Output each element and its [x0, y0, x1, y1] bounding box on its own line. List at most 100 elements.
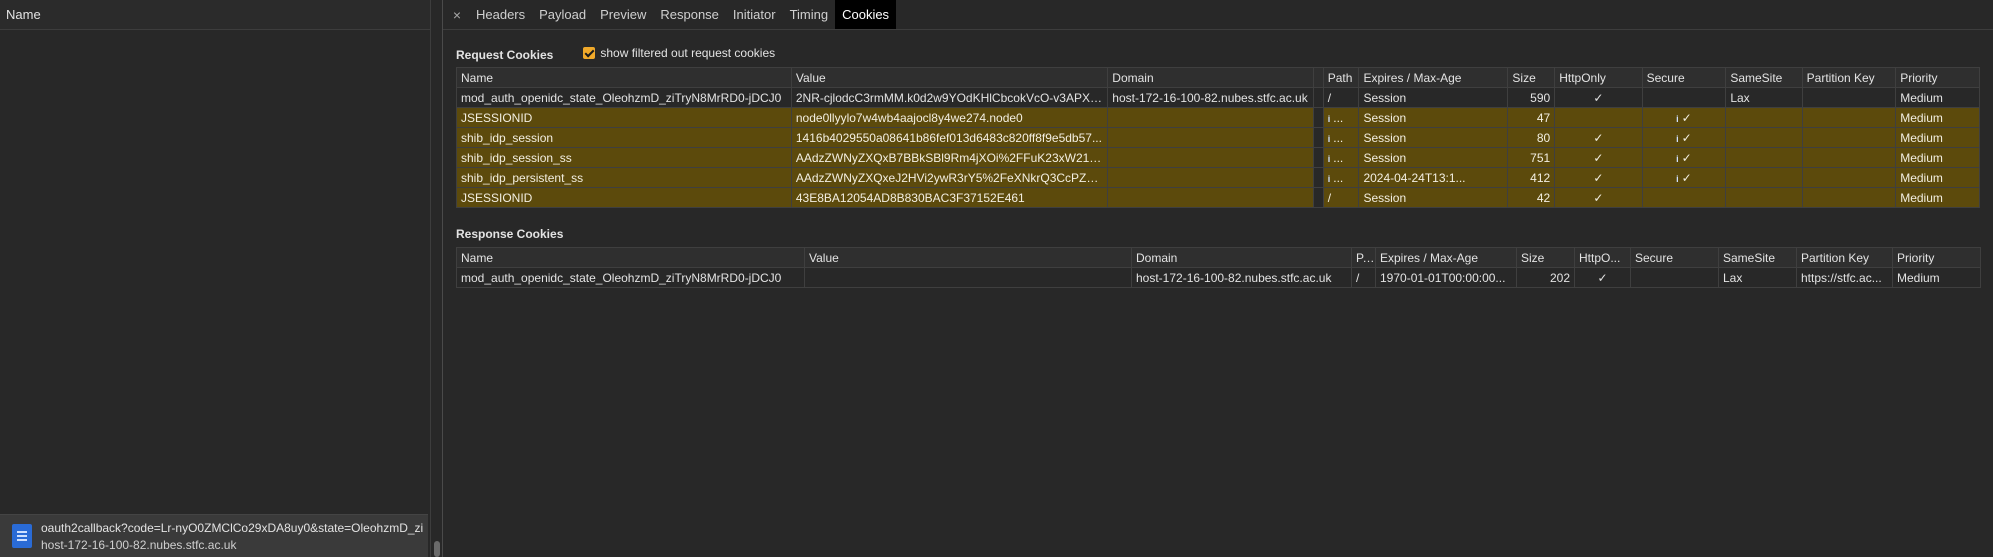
tab-headers[interactable]: Headers	[469, 0, 532, 29]
show-filtered-toggle[interactable]: show filtered out request cookies	[583, 46, 775, 60]
col-name[interactable]: Name	[456, 247, 805, 268]
col-partition-key[interactable]: Partition Key	[1801, 67, 1897, 88]
col-priority[interactable]: Priority	[1892, 247, 1981, 268]
col-httponly[interactable]: HttpOnly	[1554, 67, 1643, 88]
col-samesite[interactable]: SameSite	[1725, 67, 1803, 88]
info-icon[interactable]: i	[1676, 154, 1679, 164]
col-secure[interactable]: Secure	[1630, 247, 1719, 268]
request-cookie-row[interactable]: JSESSIONID node0llyylo7w4wb4aajocl8y4we27…	[456, 107, 1980, 128]
cell-priority: Medium	[1895, 107, 1980, 128]
request-cookie-row[interactable]: shib_idp_session 1416b4029550a08641b86fef…	[456, 127, 1980, 148]
request-list-body	[0, 31, 430, 514]
cell-value	[804, 267, 1132, 288]
tab-cookies[interactable]: Cookies	[835, 0, 897, 29]
tab-response[interactable]: Response	[653, 0, 726, 29]
cell-expires: 2024-04-24T13:1...	[1358, 167, 1509, 188]
col-expires[interactable]: Expires / Max-Age	[1358, 67, 1509, 88]
cell-name: shib_idp_session_ss	[456, 147, 792, 168]
cell-gap	[1312, 167, 1324, 188]
cell-httponly: ✓	[1554, 167, 1643, 188]
cell-samesite	[1725, 127, 1803, 148]
cell-domain	[1107, 187, 1314, 208]
cell-secure: i ✓	[1641, 167, 1727, 188]
cell-secure	[1641, 87, 1727, 108]
cell-path: /	[1351, 267, 1376, 288]
cell-expires: Session	[1358, 187, 1509, 208]
cell-partition-key	[1801, 187, 1897, 208]
col-gap	[1312, 67, 1324, 88]
cell-priority: Medium	[1895, 187, 1980, 208]
cell-name: mod_auth_openidc_state_OleohzmD_ziTryN8M…	[456, 267, 805, 288]
cell-value: node0llyylo7w4wb4aajocl8y4we274.node0	[790, 107, 1109, 128]
cell-size: 47	[1507, 107, 1556, 128]
cell-secure	[1641, 187, 1727, 208]
col-name[interactable]: Name	[456, 67, 792, 88]
tab-preview[interactable]: Preview	[593, 0, 653, 29]
cell-domain	[1107, 127, 1314, 148]
cell-domain: host-172-16-100-82.nubes.stfc.ac.uk	[1107, 87, 1314, 108]
filter-checkbox[interactable]	[583, 47, 596, 59]
request-cookie-row[interactable]: shib_idp_session_ss AAdzZWNyZXQxB7BBkSBl9…	[456, 147, 1980, 168]
cell-value: AAdzZWNyZXQxeJ2HVi2ywR3rY5%2FeXNkrQ3CcPZ…	[790, 167, 1109, 188]
request-list-scrollbar[interactable]	[430, 0, 442, 557]
tab-payload[interactable]: Payload	[532, 0, 593, 29]
cell-priority: Medium	[1895, 147, 1980, 168]
col-priority[interactable]: Priority	[1895, 67, 1980, 88]
info-icon[interactable]: i	[1328, 114, 1331, 124]
cell-name: JSESSIONID	[456, 107, 792, 128]
request-cookie-row[interactable]: JSESSIONID 43E8BA12054AD8B830BAC3F37152E4…	[456, 187, 1980, 208]
scrollbar-thumb[interactable]	[434, 541, 440, 557]
cell-priority: Medium	[1895, 87, 1980, 108]
info-icon[interactable]: i	[1676, 114, 1679, 124]
col-partition-key[interactable]: Partition Key	[1796, 247, 1893, 268]
secure-check: ✓	[1681, 150, 1692, 165]
cell-httponly: ✓	[1574, 267, 1631, 288]
response-cookies-title: Response Cookies	[456, 227, 564, 241]
request-cookies-header: Request Cookies show filtered out reques…	[456, 44, 775, 62]
request-list-item[interactable]: oauth2callback?code=Lr-nyO0ZMClCo29xDA8u…	[0, 514, 428, 557]
col-value[interactable]: Value	[790, 67, 1109, 88]
col-secure[interactable]: Secure	[1641, 67, 1727, 88]
cell-samesite	[1725, 107, 1803, 128]
cell-httponly	[1554, 107, 1643, 128]
col-domain[interactable]: Domain	[1131, 247, 1352, 268]
cell-domain	[1107, 147, 1314, 168]
path-text: ...	[1333, 150, 1344, 165]
cell-partition-key	[1801, 127, 1897, 148]
cell-samesite	[1725, 147, 1803, 168]
tab-initiator[interactable]: Initiator	[726, 0, 783, 29]
col-path[interactable]: P...	[1351, 247, 1376, 268]
response-cookie-row[interactable]: mod_auth_openidc_state_OleohzmD_ziTryN8M…	[456, 267, 1981, 288]
col-size[interactable]: Size	[1516, 247, 1575, 268]
info-icon[interactable]: i	[1676, 174, 1679, 184]
cell-priority: Medium	[1892, 267, 1981, 288]
cell-name: JSESSIONID	[456, 187, 792, 208]
name-column-header[interactable]: Name	[0, 0, 430, 30]
col-path[interactable]: Path	[1322, 67, 1360, 88]
cell-gap	[1312, 147, 1324, 168]
cell-domain: host-172-16-100-82.nubes.stfc.ac.uk	[1131, 267, 1352, 288]
request-cookie-row[interactable]: mod_auth_openidc_state_OleohzmD_ziTryN8M…	[456, 87, 1980, 108]
request-cookie-row[interactable]: shib_idp_persistent_ss AAdzZWNyZXQxeJ2HVi…	[456, 167, 1980, 188]
request-cookies-table: Name Value Domain Path Expires / Max-Age…	[456, 67, 1980, 208]
info-icon[interactable]: i	[1328, 174, 1331, 184]
cell-name: shib_idp_session	[456, 127, 792, 148]
cell-partition-key: https://stfc.ac...	[1796, 267, 1893, 288]
col-samesite[interactable]: SameSite	[1718, 247, 1797, 268]
info-icon[interactable]: i	[1328, 134, 1331, 144]
col-domain[interactable]: Domain	[1107, 67, 1314, 88]
cell-samesite	[1725, 187, 1803, 208]
close-icon[interactable]: ×	[445, 7, 469, 23]
info-icon[interactable]: i	[1676, 134, 1679, 144]
info-icon[interactable]: i	[1328, 154, 1331, 164]
cell-samesite	[1725, 167, 1803, 188]
col-size[interactable]: Size	[1507, 67, 1556, 88]
filter-label: show filtered out request cookies	[600, 46, 776, 60]
secure-check: ✓	[1681, 170, 1692, 185]
col-httponly[interactable]: HttpO...	[1574, 247, 1631, 268]
cell-size: 751	[1507, 147, 1556, 168]
cell-secure: i ✓	[1641, 127, 1727, 148]
col-value[interactable]: Value	[804, 247, 1132, 268]
tab-timing[interactable]: Timing	[783, 0, 836, 29]
col-expires[interactable]: Expires / Max-Age	[1375, 247, 1517, 268]
